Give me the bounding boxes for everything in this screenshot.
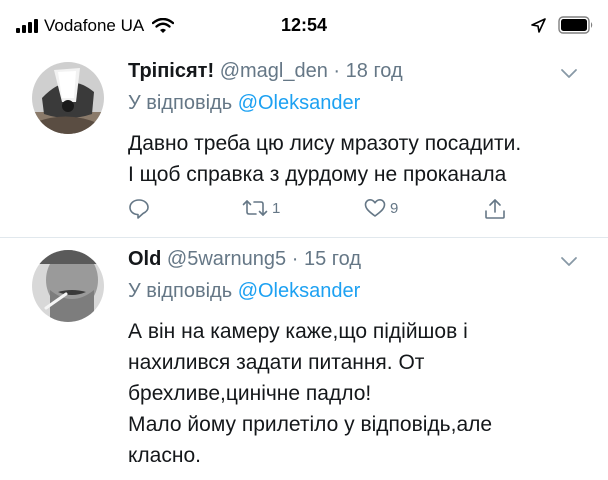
tweet-time: 18 год [345,60,403,82]
like-count: 9 [390,199,399,217]
avatar-image [32,250,104,322]
chevron-down-icon[interactable] [560,68,578,80]
tweet-text-line: А він на камеру каже,що підійшов і [128,320,468,343]
display-name[interactable]: Тріпісят! [128,60,214,82]
battery-icon [558,16,593,34]
tweet-text-line: Давно треба цю лису мразоту посадити. [128,132,522,155]
retweet-count: 1 [272,199,281,217]
like-icon [364,199,386,217]
tweet[interactable]: Old @5warnung5 · 15 год У відповідь @Ole… [0,238,608,480]
reply-context: У відповідь @Oleksander [128,280,360,303]
clock: 12:54 [280,15,328,35]
tweet-text-line: Мало йому прилетіло у відповідь,але [128,413,493,436]
status-right [531,16,594,34]
mention-link[interactable]: @Oleksander [238,280,361,302]
tweet-text: Давно треба цю лису мразоту посадити. І … [128,128,588,190]
avatar[interactable] [32,250,104,322]
reply-prefix: У відповідь [128,280,233,302]
reply-context: У відповідь @Oleksander [128,92,360,115]
tweet-text-line: І щоб справка з дурдому не проканала [128,163,507,186]
retweet-icon [242,200,268,216]
separator-dot: · [333,60,341,82]
location-arrow-icon [531,17,546,33]
status-bar: Vodafone UA 12:54 [0,0,608,50]
user-handle[interactable]: @5warnung5 [167,248,286,270]
share-icon [485,199,505,219]
reply-icon [129,199,149,219]
tweet-time: 15 год [303,248,361,270]
reply-prefix: У відповідь [128,92,233,114]
display-name[interactable]: Old [128,248,161,270]
retweet-button[interactable]: 1 [242,198,280,218]
chevron-down-icon[interactable] [560,256,578,268]
tweet-text-line: нахилився задати питання. От [128,351,425,374]
avatar[interactable] [32,62,104,134]
tweet-actions: 1 9 [128,198,508,228]
tweet-text-line: брехливе,цинічне падло! [128,382,372,405]
reply-button[interactable] [128,198,150,220]
like-button[interactable]: 9 [364,198,398,218]
mention-link[interactable]: @Oleksander [238,92,361,114]
separator-dot: · [291,248,299,270]
share-button[interactable] [484,198,506,220]
tweet[interactable]: Тріпісят! @magl_den · 18 год У відповідь… [0,50,608,238]
avatar-image [32,62,104,134]
tweet-text-line: класно. [128,444,201,467]
tweet-text: А він на камеру каже,що підійшов і нахил… [128,316,588,471]
tweet-header: Old @5warnung5 · 15 год [128,248,361,271]
tweet-header: Тріпісят! @magl_den · 18 год [128,60,403,83]
user-handle[interactable]: @magl_den [220,60,328,82]
